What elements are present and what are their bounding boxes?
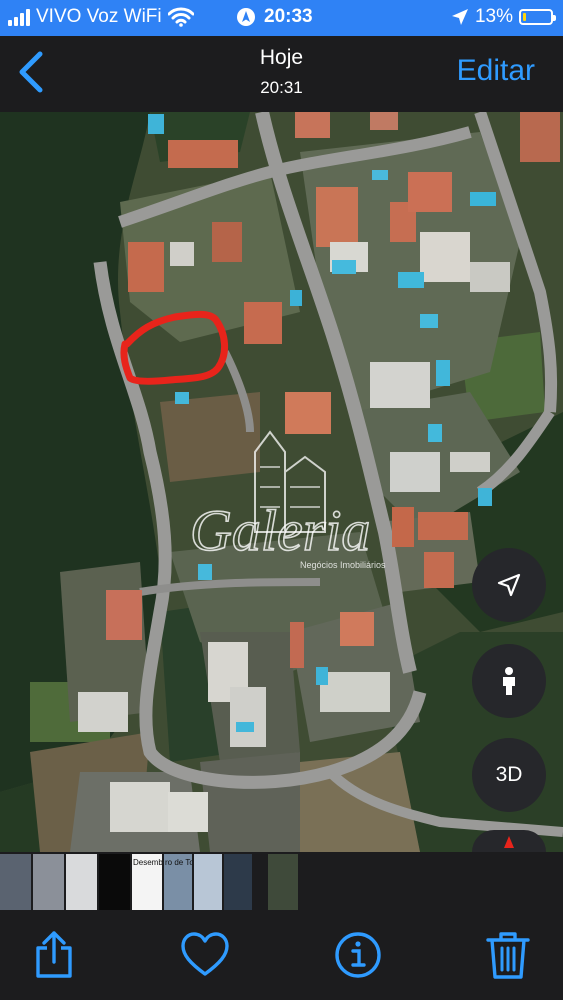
share-icon	[36, 931, 72, 978]
carrier-label: VIVO Voz WiFi	[36, 6, 162, 27]
aerial-map-image: Galeria Negócios Imobiliários	[0, 112, 563, 852]
battery-level	[523, 13, 526, 21]
thumb-text: ro de Tole	[165, 858, 192, 867]
carrier-group: VIVO Voz WiFi	[8, 6, 194, 28]
share-button[interactable]	[30, 930, 78, 980]
battery-percent: 13%	[474, 6, 513, 27]
filmstrip-thumb[interactable]	[66, 854, 97, 910]
filmstrip-thumb[interactable]: ro de Tole	[164, 854, 192, 910]
filmstrip-thumb[interactable]: Desemba	[132, 854, 162, 910]
edit-button[interactable]: Editar	[457, 54, 535, 88]
filmstrip: Desemba ro de Tole	[0, 852, 563, 914]
location-arrow-icon	[497, 573, 521, 597]
battery-icon	[519, 9, 556, 25]
wifi-icon	[167, 7, 194, 27]
photo-viewer[interactable]: Galeria Negócios Imobiliários 3D	[0, 112, 563, 852]
filmstrip-thumb[interactable]	[33, 854, 64, 910]
navigation-active-icon	[237, 8, 255, 26]
3d-button[interactable]: 3D	[472, 738, 546, 812]
trash-icon	[486, 932, 530, 979]
locate-button[interactable]	[472, 548, 546, 622]
look-around-button[interactable]	[472, 644, 546, 718]
heart-icon	[181, 932, 229, 976]
watermark-tagline: Negócios Imobiliários	[300, 560, 386, 570]
watermark-text: Galeria	[190, 498, 370, 563]
battery-group: 13%	[451, 6, 556, 28]
filmstrip-thumb[interactable]	[194, 854, 222, 910]
navigation-bar: Hoje 20:31 Editar	[0, 36, 563, 112]
compass-button[interactable]	[472, 830, 546, 852]
thumb-text: Desemba	[133, 858, 162, 867]
filmstrip-thumb[interactable]	[224, 854, 252, 910]
signal-icon	[8, 8, 30, 26]
status-time: 20:33	[264, 6, 313, 27]
status-bar: VIVO Voz WiFi 20:33 13%	[0, 0, 563, 36]
bottom-toolbar	[0, 914, 563, 1000]
compass-icon	[504, 836, 514, 848]
person-icon	[503, 667, 515, 695]
location-services-icon	[451, 9, 468, 25]
filmstrip-thumb[interactable]	[99, 854, 130, 910]
delete-button[interactable]	[484, 930, 532, 980]
favorite-button[interactable]	[180, 930, 229, 980]
info-icon	[335, 932, 381, 978]
time-group: 20:33	[236, 6, 313, 28]
filmstrip-thumb[interactable]	[0, 854, 31, 910]
filmstrip-thumb-current[interactable]	[268, 854, 298, 910]
info-button[interactable]	[333, 930, 381, 980]
